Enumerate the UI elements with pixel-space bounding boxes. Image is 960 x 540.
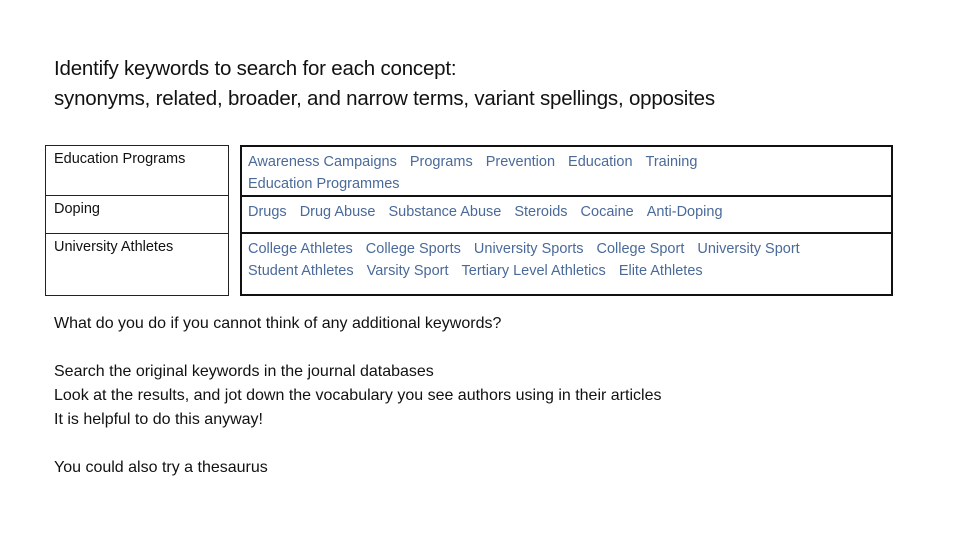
keyword-term: Drug Abuse	[299, 204, 376, 220]
keyword-term: Education	[568, 154, 633, 170]
keyword-term: Awareness Campaigns	[248, 154, 397, 170]
tip-line: Look at the results, and jot down the vo…	[54, 387, 662, 404]
keyword-term: University Sports	[473, 241, 584, 257]
keyword-line: Education Programmes	[248, 173, 891, 195]
slide-heading: Identify keywords to search for each con…	[54, 54, 715, 114]
keyword-line: College Athletes College Sports University…	[248, 238, 891, 260]
keyword-term: Programs	[409, 154, 473, 170]
tip-line: It is helpful to do this anyway!	[54, 411, 263, 428]
keyword-term: Drugs	[248, 204, 287, 220]
keyword-term: Education Programmes	[248, 176, 400, 192]
keyword-term: College Sport	[596, 241, 685, 257]
keyword-term: Student Athletes	[248, 263, 354, 279]
keyword-term: Varsity Sport	[366, 263, 449, 279]
keyword-term: Prevention	[485, 154, 556, 170]
keyword-line: Drugs Drug Abuse Substance Abuse Steroids Co…	[248, 201, 891, 223]
keyword-row: Drugs Drug Abuse Substance Abuse Steroids Co…	[242, 197, 891, 234]
keyword-term: Tertiary Level Athletics	[461, 263, 606, 279]
keyword-term: Training	[645, 154, 698, 170]
keyword-term: Elite Athletes	[618, 263, 703, 279]
question-text: What do you do if you cannot think of an…	[54, 315, 502, 332]
keyword-term: Steroids	[514, 204, 568, 220]
closing-text: You could also try a thesaurus	[54, 459, 268, 476]
concept-cell: Doping	[46, 196, 228, 234]
keyword-line: Awareness Campaigns Programs Prevention Edu…	[248, 151, 891, 173]
keyword-term: College Sports	[365, 241, 461, 257]
keyword-term: College Athletes	[248, 241, 353, 257]
concept-table: Education Programs Doping University Ath…	[45, 145, 229, 296]
keyword-table: Awareness Campaigns Programs Prevention Edu…	[240, 145, 893, 296]
keyword-term: University Sport	[697, 241, 800, 257]
concept-cell: University Athletes	[54, 239, 174, 255]
heading-line-1: Identify keywords to search for each con…	[54, 57, 457, 80]
keyword-line: Student Athletes Varsity Sport Tertiary Le…	[248, 260, 891, 282]
keyword-row: College Athletes College Sports University…	[242, 234, 891, 294]
keyword-term: Anti-Doping	[646, 204, 723, 220]
heading-line-2: synonyms, related, broader, and narrow t…	[54, 87, 715, 110]
keyword-term: Substance Abuse	[388, 204, 502, 220]
keyword-term: Cocaine	[580, 204, 634, 220]
tip-line: Search the original keywords in the jour…	[54, 363, 434, 380]
guidance-text: What do you do if you cannot think of an…	[54, 312, 661, 480]
keyword-row: Awareness Campaigns Programs Prevention Edu…	[242, 147, 891, 197]
concept-cell: Education Programs	[46, 146, 228, 196]
